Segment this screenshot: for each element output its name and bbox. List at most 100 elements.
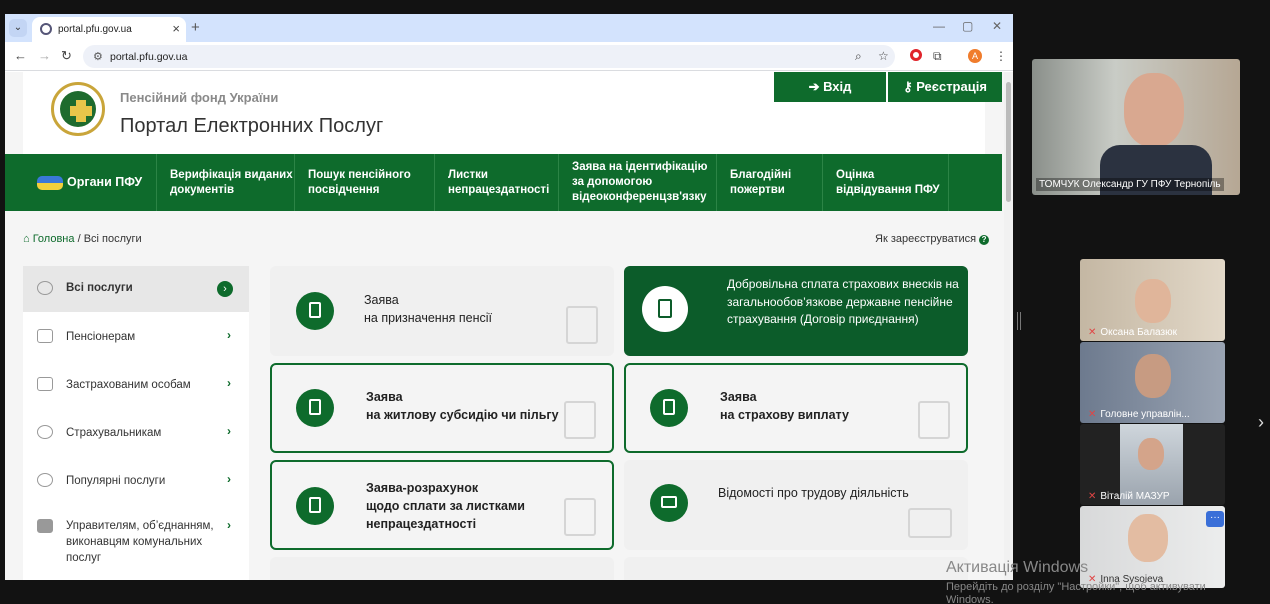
participant-tile[interactable]: ✕ Оксана Балазюк: [1080, 259, 1225, 341]
back-icon[interactable]: ←: [14, 48, 27, 63]
tab-strip: ⌄ portal.pfu.gov.ua × + — ▢ ✕: [5, 14, 1013, 42]
chevron-right-icon: ›: [227, 424, 231, 438]
participant-face: [1128, 514, 1168, 562]
document-watermark-icon: [564, 498, 596, 536]
menu-icon[interactable]: ⋮: [995, 49, 1007, 63]
nav-item-pfu-bodies[interactable]: Органи ПФУ: [5, 154, 157, 211]
profile-avatar[interactable]: A: [968, 49, 982, 63]
sidebar-item-all-services[interactable]: Всі послуги ›: [23, 266, 249, 312]
card-text: Заява на страхову виплату: [720, 388, 849, 424]
site-info-icon[interactable]: ⚙: [93, 50, 103, 63]
browser-tab[interactable]: portal.pfu.gov.ua ×: [32, 17, 186, 42]
breadcrumb-home-label: Головна: [32, 233, 75, 245]
main-speaker-video[interactable]: ТОМЧУК Олександр ГУ ПФУ Тернопіль: [1032, 59, 1240, 195]
splitter-handle[interactable]: [1017, 312, 1021, 330]
login-button[interactable]: ➔ Вхід: [774, 72, 886, 102]
participant-face: [1135, 354, 1171, 398]
home-icon: ⌂: [23, 233, 33, 245]
participant-tile[interactable]: ✕ Головне управлін...: [1080, 342, 1225, 423]
tab-search-button[interactable]: ⌄: [9, 19, 27, 37]
sidebar-item-employers[interactable]: Страхувальникам ›: [23, 408, 249, 456]
card-title: Заява: [366, 390, 403, 404]
document-check-icon: [642, 286, 688, 332]
service-card-partial[interactable]: [270, 557, 614, 580]
participant-tile[interactable]: ··· ✕ Inna Sysoieva: [1080, 506, 1225, 588]
service-card-sick-leave-calculation[interactable]: Заява-розрахунок щодо сплати за листками…: [270, 460, 614, 550]
sidebar-item-label: Пенсіонерам: [66, 331, 136, 343]
pfu-logo[interactable]: [51, 82, 105, 136]
key-icon: ⚷: [903, 79, 917, 94]
favicon-icon: [40, 23, 52, 35]
sidebar-item-utilities[interactable]: Управителям, об’єднанням, виконавцям ком…: [23, 504, 249, 580]
page-content: Пенсійний фонд України Портал Електронни…: [5, 72, 1013, 580]
sidebar-item-pensioners[interactable]: Пенсіонерам ›: [23, 312, 249, 360]
sidebar-item-label: Страхувальникам: [66, 427, 162, 439]
info-icon: [37, 425, 53, 439]
extensions-icon[interactable]: ⧉: [933, 49, 942, 64]
nav-label: Благодійні пожертви: [730, 168, 792, 196]
breadcrumb-current: Всі послуги: [83, 233, 142, 245]
participant-face: [1135, 279, 1171, 323]
chevron-right-icon: ›: [227, 472, 231, 486]
windows-activation-subtitle: Перейдіть до розділу "Настройки", щоб ак…: [946, 581, 1206, 604]
document-watermark-icon: [918, 401, 950, 439]
card-text: Заява-розрахунок щодо сплати за листками…: [366, 479, 525, 533]
breadcrumb-separator: /: [77, 233, 81, 245]
document-watermark-icon: [564, 401, 596, 439]
nav-label: Оцінка відвідування ПФУ: [836, 168, 940, 196]
nav-item-verification[interactable]: Верифікація виданих документів: [157, 154, 295, 211]
new-tab-button[interactable]: +: [191, 19, 200, 36]
portal-title: Портал Електронних Послуг: [120, 115, 384, 137]
minimize-button[interactable]: —: [933, 19, 945, 33]
nav-label: Заява на ідентифікацію за допомогою віде…: [572, 161, 708, 203]
card-subtitle: щодо сплати за листками: [366, 499, 525, 513]
maximize-button[interactable]: ▢: [962, 19, 973, 33]
participant-tile[interactable]: ✕ Віталій МАЗУР: [1080, 424, 1225, 505]
service-card-partial[interactable]: [624, 557, 968, 580]
document-check-icon: [296, 389, 334, 427]
ukraine-map-icon: [37, 175, 63, 190]
nav-item-donations[interactable]: Благодійні пожертви: [717, 154, 823, 211]
forward-icon[interactable]: →: [38, 48, 51, 63]
tab-title: portal.pfu.gov.ua: [58, 24, 132, 35]
card-subtitle: непрацездатності: [366, 517, 477, 531]
document-check-icon: [650, 389, 688, 427]
nav-label: Органи ПФУ: [67, 175, 143, 189]
sidebar-item-label: Всі послуги: [66, 282, 133, 294]
service-card-voluntary-contributions[interactable]: Добровільна сплата страхових внесків на …: [624, 266, 968, 356]
bookmark-star-icon[interactable]: ☆: [878, 49, 889, 63]
service-card-work-history[interactable]: Відомості про трудову діяльність: [624, 460, 968, 550]
service-card-insurance-payment[interactable]: Заява на страхову виплату: [624, 363, 968, 453]
participant-name: Віталій МАЗУР: [1100, 491, 1170, 502]
login-label: Вхід: [823, 79, 852, 94]
card-text: Заява на житлову субсидію чи пільгу: [366, 388, 559, 424]
org-name: Пенсійний фонд України: [120, 90, 279, 105]
reload-icon[interactable]: ↻: [61, 48, 72, 64]
card-text: Відомості про трудову діяльність: [718, 486, 909, 500]
sidebar-item-insured[interactable]: Застрахованим особам ›: [23, 360, 249, 408]
nav-item-pension-search[interactable]: Пошук пенсійного посвідчення: [295, 154, 435, 211]
register-button[interactable]: ⚷ Реєстрація: [888, 72, 1002, 102]
scrollbar[interactable]: [1004, 72, 1013, 580]
zoom-icon[interactable]: ⌕: [855, 49, 862, 64]
close-window-button[interactable]: ✕: [992, 19, 1002, 33]
sidebar-item-label: Застрахованим особам: [66, 379, 191, 391]
service-card-subsidy-application[interactable]: Заява на житлову субсидію чи пільгу: [270, 363, 614, 453]
nav-item-video-identification[interactable]: Заява на ідентифікацію за допомогою віде…: [559, 154, 717, 211]
envelope-icon: [650, 484, 688, 522]
service-card-pension-application[interactable]: Заява на призначення пенсії: [270, 266, 614, 356]
card-text: Заява на призначення пенсії: [364, 291, 492, 327]
tab-close-icon[interactable]: ×: [172, 21, 180, 36]
speaker-face: [1124, 73, 1184, 147]
document-icon: [37, 377, 53, 391]
nav-item-sick-leave[interactable]: Листки непрацездатності: [435, 154, 559, 211]
address-bar[interactable]: ⚙ portal.pfu.gov.ua ⌕ ☆: [83, 45, 895, 68]
adblock-extension-icon[interactable]: [910, 49, 922, 61]
breadcrumb-home[interactable]: ⌂ Головна: [23, 233, 75, 245]
nav-item-rating[interactable]: Оцінка відвідування ПФУ: [823, 154, 949, 211]
sidebar-item-popular[interactable]: Популярні послуги ›: [23, 456, 249, 504]
how-to-register-link[interactable]: Як зареєструватися?: [875, 233, 990, 245]
more-options-button[interactable]: ···: [1206, 511, 1224, 527]
main-nav: Органи ПФУ Верифікація виданих документі…: [5, 154, 1002, 211]
next-page-chevron-icon[interactable]: ›: [1258, 412, 1264, 433]
